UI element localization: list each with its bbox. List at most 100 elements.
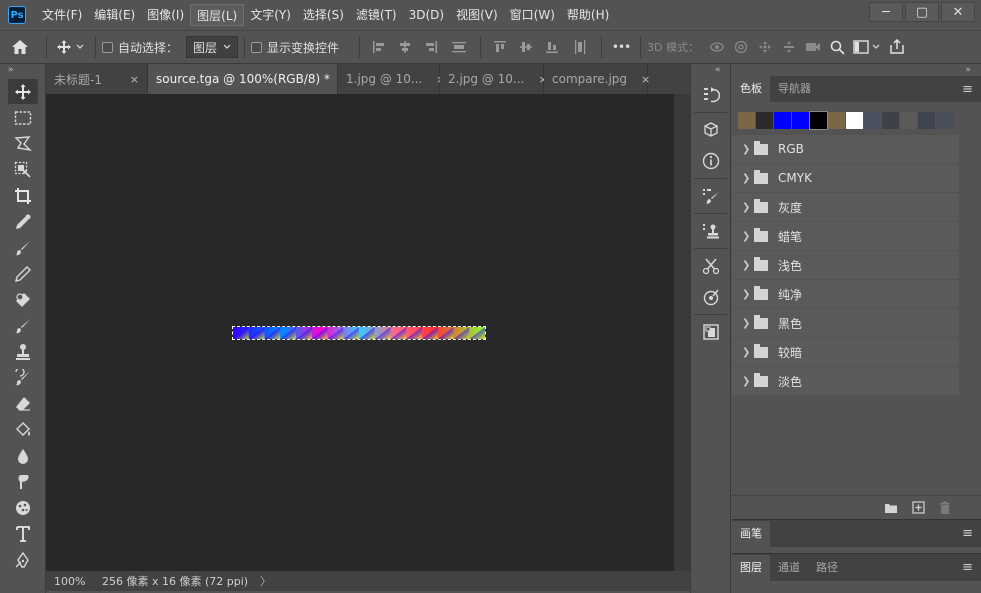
tab-swatches[interactable]: 色板 — [732, 76, 770, 102]
workspace-icon[interactable] — [849, 40, 885, 54]
sponge-tool-icon[interactable] — [8, 495, 38, 520]
menu-view[interactable]: 视图(V) — [450, 4, 504, 26]
align-middle-v-icon[interactable] — [513, 40, 539, 54]
color-swatch[interactable] — [738, 112, 755, 129]
adjustments-icon[interactable] — [692, 283, 730, 311]
align-left-icon[interactable] — [366, 40, 392, 54]
distribute-v-icon[interactable] — [565, 39, 595, 55]
blur-tool-icon[interactable] — [8, 443, 38, 468]
tools-scissors-icon[interactable] — [692, 252, 730, 280]
home-icon[interactable] — [0, 34, 40, 60]
swatch-group-grayscale[interactable]: ❯ 灰度 — [732, 193, 959, 222]
history-icon[interactable] — [692, 81, 730, 109]
minimize-button[interactable]: ─ — [869, 2, 903, 22]
collapse-dock-icon[interactable]: » — [732, 64, 981, 76]
new-group-folder-icon[interactable] — [884, 502, 898, 514]
swatch-group-darker[interactable]: ❯ 较暗 — [732, 338, 959, 367]
swatch-group-pale[interactable]: ❯ 淡色 — [732, 367, 959, 396]
move-tool-icon[interactable] — [8, 79, 38, 104]
close-icon[interactable]: × — [641, 73, 650, 86]
swatch-group-light[interactable]: ❯ 浅色 — [732, 251, 959, 280]
color-swatch[interactable] — [864, 112, 881, 129]
swatch-group-pure[interactable]: ❯ 纯净 — [732, 280, 959, 309]
menu-layer[interactable]: 图层(L) — [190, 4, 245, 26]
layer-comps-icon[interactable] — [692, 318, 730, 346]
brush-tool-2-icon[interactable] — [8, 313, 38, 338]
crop-tool-icon[interactable] — [8, 183, 38, 208]
brush-settings-icon[interactable] — [692, 182, 730, 210]
object-select-tool-icon[interactable] — [8, 157, 38, 182]
new-swatch-icon[interactable] — [912, 501, 925, 514]
clone-stamp-tool-icon[interactable] — [8, 339, 38, 364]
info-icon[interactable] — [692, 147, 730, 175]
collapse-toolbar-icon[interactable]: » — [0, 64, 45, 78]
orbit-3d-icon[interactable] — [705, 40, 729, 54]
close-button[interactable]: ✕ — [941, 2, 975, 22]
lasso-tool-icon[interactable] — [8, 131, 38, 156]
color-swatch[interactable] — [809, 111, 828, 130]
swatch-group-pastel[interactable]: ❯ 蜡笔 — [732, 222, 959, 251]
share-icon[interactable] — [885, 39, 909, 55]
pen-tool-icon[interactable] — [8, 547, 38, 572]
pan-3d-icon[interactable] — [753, 40, 777, 54]
color-swatch[interactable] — [792, 112, 809, 129]
pencil-tool-icon[interactable] — [8, 261, 38, 286]
color-swatch[interactable] — [846, 112, 863, 129]
zoom-level[interactable]: 100% — [46, 575, 94, 588]
tab-2-jpg[interactable]: 2.jpg @ 10... × — [440, 64, 548, 94]
auto-select-dropdown[interactable]: 图层 — [186, 36, 239, 58]
menu-help[interactable]: 帮助(H) — [561, 4, 615, 26]
menu-file[interactable]: 文件(F) — [36, 4, 88, 26]
color-swatch[interactable] — [900, 112, 917, 129]
distribute-icon[interactable] — [444, 40, 474, 54]
swatch-group-cmyk[interactable]: ❯ CMYK — [732, 164, 959, 193]
color-swatch[interactable] — [918, 112, 935, 129]
move-tool-preset-icon[interactable] — [53, 34, 89, 60]
healing-brush-tool-icon[interactable] — [8, 287, 38, 312]
video-camera-3d-icon[interactable] — [801, 41, 825, 53]
tab-layers[interactable]: 图层 — [732, 554, 770, 581]
brush-tool-icon[interactable] — [8, 235, 38, 260]
align-bottom-icon[interactable] — [539, 40, 565, 54]
menu-window[interactable]: 窗口(W) — [504, 4, 561, 26]
more-options-button[interactable]: ••• — [608, 40, 634, 54]
color-swatch[interactable] — [882, 112, 899, 129]
type-tool-icon[interactable] — [8, 521, 38, 546]
smudge-tool-icon[interactable] — [8, 469, 38, 494]
align-right-icon[interactable] — [418, 40, 444, 54]
menu-3d[interactable]: 3D(D) — [403, 4, 450, 26]
tab-channels[interactable]: 通道 — [770, 555, 808, 581]
close-icon[interactable]: × — [130, 73, 139, 86]
marquee-tool-icon[interactable] — [8, 105, 38, 130]
show-transform-checkbox[interactable] — [251, 41, 263, 53]
color-swatch[interactable] — [936, 112, 953, 129]
menu-select[interactable]: 选择(S) — [297, 4, 350, 26]
panel-menu-icon[interactable]: ≡ — [962, 560, 973, 575]
collapse-panels-icon[interactable]: « — [691, 64, 730, 78]
chevron-right-icon[interactable]: 〉 — [260, 573, 271, 589]
tab-untitled[interactable]: 未标题-1 × — [46, 64, 148, 94]
slide-3d-icon[interactable] — [777, 40, 801, 54]
trash-icon[interactable] — [939, 501, 951, 515]
swatch-group-dark[interactable]: ❯ 黑色 — [732, 309, 959, 338]
color-swatch[interactable] — [774, 112, 791, 129]
tab-compare-jpg[interactable]: compare.jpg × — [544, 64, 650, 94]
eyedropper-tool-icon[interactable] — [8, 209, 38, 234]
search-icon[interactable] — [825, 40, 849, 55]
align-center-h-icon[interactable] — [392, 40, 418, 54]
vertical-scrollbar[interactable] — [674, 94, 690, 571]
tab-source-tga[interactable]: source.tga @ 100%(RGB/8) * × — [148, 64, 353, 94]
paint-bucket-tool-icon[interactable] — [8, 417, 38, 442]
menu-edit[interactable]: 编辑(E) — [88, 4, 141, 26]
restore-button[interactable]: ▢ — [905, 2, 939, 22]
roll-3d-icon[interactable] — [729, 40, 753, 54]
3d-cube-icon[interactable] — [692, 116, 730, 144]
panel-menu-icon[interactable]: ≡ — [962, 82, 973, 97]
color-swatch[interactable] — [756, 112, 773, 129]
panel-menu-icon[interactable]: ≡ — [962, 526, 973, 541]
history-brush-tool-icon[interactable] — [8, 365, 38, 390]
color-swatch[interactable] — [828, 112, 845, 129]
menu-type[interactable]: 文字(Y) — [244, 4, 297, 26]
tab-paths[interactable]: 路径 — [808, 555, 846, 581]
tab-navigator[interactable]: 导航器 — [770, 76, 819, 102]
